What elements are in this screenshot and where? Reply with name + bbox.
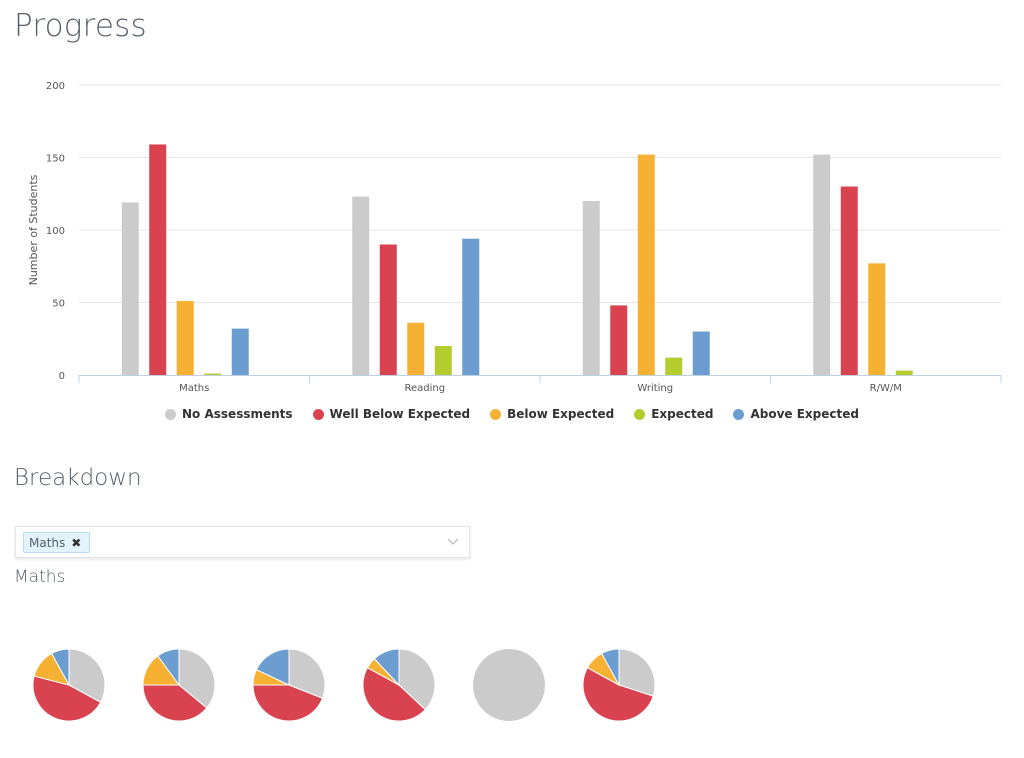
legend-item[interactable]: Well Below Expected (312, 407, 471, 421)
bar[interactable] (895, 370, 913, 375)
maths-pie-charts (32, 648, 656, 722)
legend-item[interactable]: No Assessments (165, 407, 293, 421)
legend-label: Above Expected (750, 407, 859, 421)
y-tick-label: 50 (52, 299, 65, 310)
page-title: Progress (14, 8, 147, 44)
legend-marker (634, 408, 646, 420)
bar[interactable] (204, 373, 222, 375)
legend-label: Well Below Expected (329, 407, 471, 421)
legend-label: Below Expected (507, 407, 615, 421)
bar[interactable] (121, 202, 139, 375)
tag-label: Maths (29, 535, 66, 550)
legend-marker (312, 408, 324, 420)
pie-chart (32, 648, 106, 722)
bar[interactable] (176, 301, 194, 375)
bar[interactable] (462, 238, 480, 375)
x-tick-label: Writing (637, 383, 673, 394)
legend-label: Expected (651, 407, 714, 421)
legend-marker (165, 408, 177, 420)
bar[interactable] (610, 305, 628, 375)
y-axis-ticks: 0 50 100 150 200 (46, 81, 65, 382)
pie-slice[interactable] (473, 649, 545, 721)
bar[interactable] (868, 263, 886, 375)
y-tick-label: 150 (46, 154, 65, 165)
subject-heading: Maths (14, 567, 66, 587)
y-axis-label: Number of Students (27, 174, 40, 285)
y-tick-label: 200 (46, 81, 65, 92)
selected-tag-maths: Maths ✖ (23, 532, 91, 553)
bar[interactable] (582, 201, 600, 375)
bar[interactable] (665, 357, 683, 375)
subject-multiselect[interactable]: Maths ✖ (15, 526, 470, 558)
grid-lines (79, 84, 1001, 303)
bar[interactable] (434, 346, 452, 375)
legend-marker (733, 408, 745, 420)
pie-chart (582, 648, 656, 722)
bar[interactable] (813, 154, 831, 375)
x-tick-label: R/W/M (870, 383, 902, 394)
legend-label: No Assessments (182, 407, 293, 421)
pie-chart (362, 648, 436, 722)
bar[interactable] (149, 144, 167, 375)
bar[interactable] (840, 186, 858, 376)
legend-marker (490, 408, 502, 420)
bar[interactable] (379, 244, 397, 376)
bar[interactable] (637, 154, 655, 375)
bar[interactable] (692, 331, 710, 376)
bars (121, 144, 913, 376)
x-axis: Maths Reading Writing R/W/M (78, 375, 1002, 394)
y-tick-label: 100 (46, 226, 65, 237)
legend-item[interactable]: Above Expected (733, 407, 859, 421)
close-icon[interactable]: ✖ (71, 536, 81, 550)
breakdown-title: Breakdown (14, 465, 142, 491)
progress-bar-chart: 0 50 100 150 200 Number of Students Maths Rea… (27, 81, 1002, 394)
legend-item[interactable]: Expected (634, 407, 713, 421)
bar[interactable] (231, 328, 249, 375)
bar[interactable] (352, 196, 370, 375)
chevron-down-icon[interactable] (447, 535, 459, 547)
y-tick-label: 0 (59, 371, 65, 382)
legend-item[interactable]: Below Expected (490, 407, 614, 421)
bar[interactable] (407, 322, 425, 375)
x-tick-label: Reading (404, 383, 445, 394)
pie-chart (142, 648, 216, 722)
pie-chart (252, 648, 326, 722)
chart-legend: No Assessments Well Below Expected Below E… (0, 407, 1024, 421)
x-tick-label: Maths (179, 383, 209, 394)
pie-chart (473, 649, 545, 721)
